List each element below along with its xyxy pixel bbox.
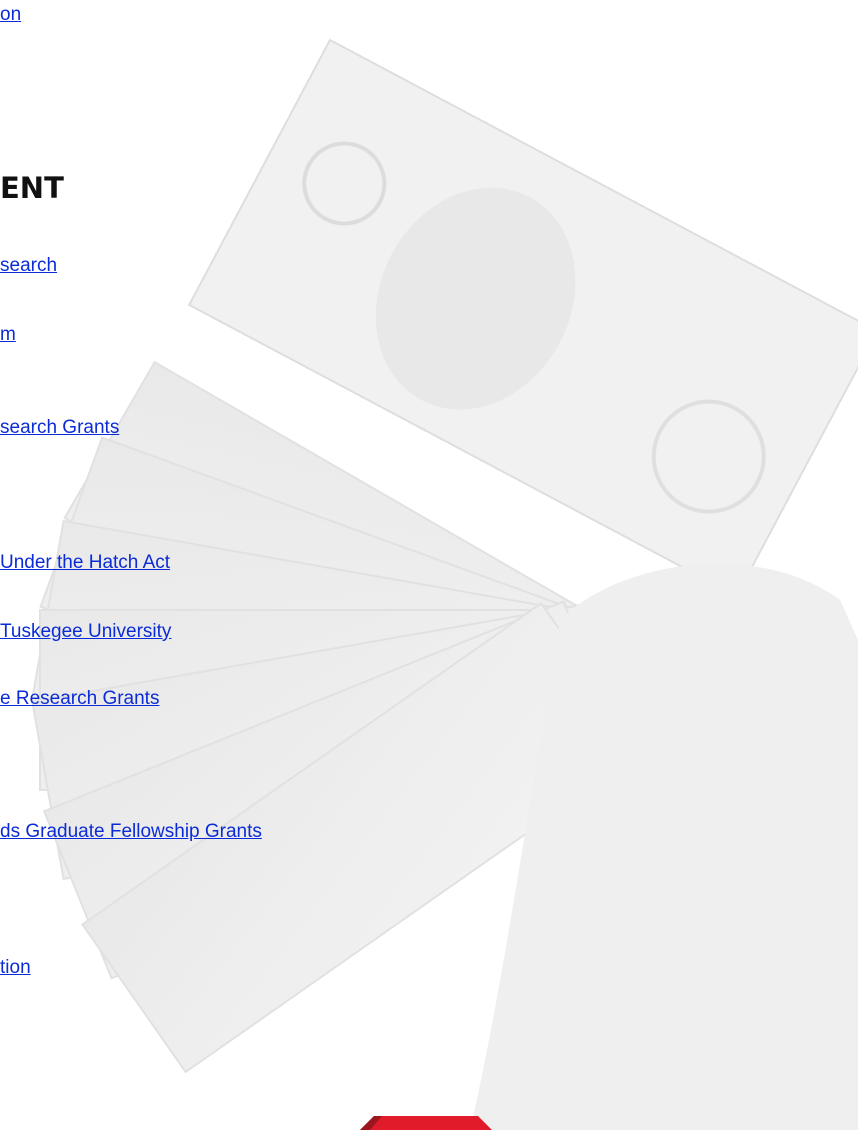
red-logo-icon	[360, 1116, 492, 1130]
link-hatch-act[interactable]: Under the Hatch Act	[0, 551, 170, 575]
link-tuskegee-university[interactable]: Tuskegee University	[0, 620, 171, 644]
link-research-grants[interactable]: search Grants	[0, 416, 119, 440]
page: on ENT search m search Grants Under the …	[0, 0, 858, 1130]
link-graduate-fellowship-grants[interactable]: ds Graduate Fellowship Grants	[0, 820, 262, 844]
link-program[interactable]: m	[0, 323, 16, 347]
link-bottom[interactable]: tion	[0, 956, 31, 980]
link-list: on ENT search m search Grants Under the …	[0, 0, 858, 1130]
link-research-grants-2[interactable]: e Research Grants	[0, 687, 159, 711]
link-top[interactable]: on	[0, 3, 21, 27]
link-research[interactable]: search	[0, 254, 57, 278]
section-heading: ENT	[0, 171, 64, 205]
